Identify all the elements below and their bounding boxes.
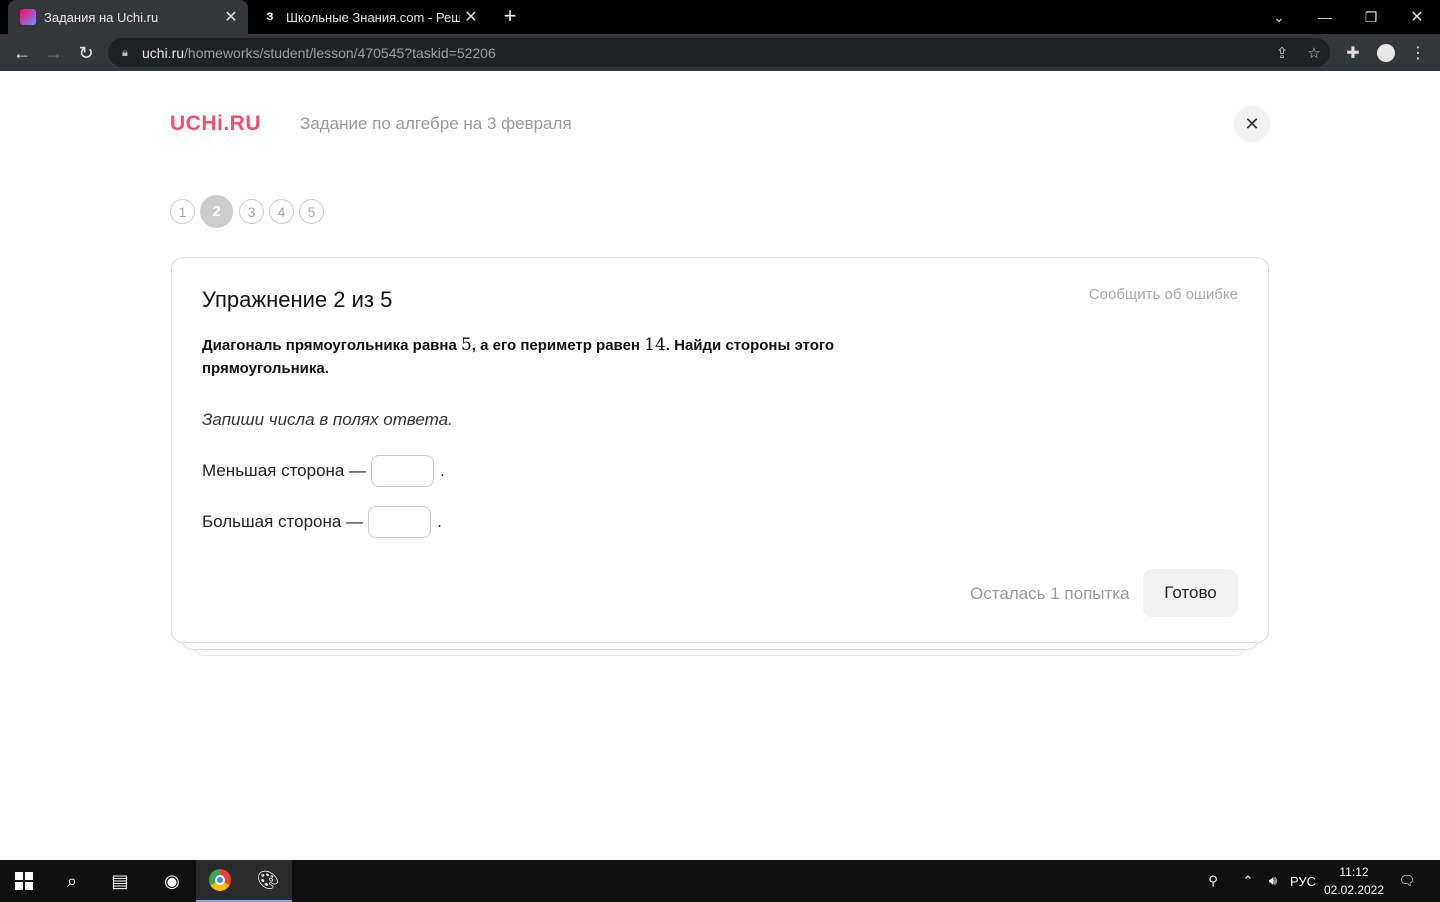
minimize-icon[interactable]: — bbox=[1302, 0, 1348, 34]
address-bar[interactable]: 🔒︎ uchi.ru/homeworks/student/lesson/4705… bbox=[108, 38, 1330, 67]
attempts-remaining: Осталась 1 попытка bbox=[970, 584, 1130, 603]
new-tab-plus-icon[interactable]: + bbox=[498, 5, 522, 29]
exercise-title: Упражнение 2 из 5 bbox=[202, 287, 393, 312]
app-icon[interactable]: ◉ bbox=[148, 860, 196, 902]
answer-label: Меньшая сторона — bbox=[202, 461, 367, 480]
restore-icon[interactable]: ❐ bbox=[1348, 0, 1394, 34]
report-error-link[interactable]: Сообщить об ошибке bbox=[1089, 286, 1238, 303]
step-1[interactable]: 1 bbox=[170, 199, 195, 224]
exercise-steps: 1 2 3 4 5 bbox=[170, 195, 329, 228]
step-5[interactable]: 5 bbox=[299, 199, 324, 224]
uchi-logo[interactable]: UCHi.RU bbox=[170, 112, 261, 136]
people-icon[interactable]: ⚲ bbox=[1200, 860, 1226, 902]
browser-toolbar: ← → ↻ 🔒︎ uchi.ru/homeworks/student/lesso… bbox=[0, 34, 1440, 71]
answer-row-larger: Большая сторона — . bbox=[202, 506, 442, 538]
search-icon[interactable]: ⌕ bbox=[48, 860, 96, 902]
extensions-puzzle-icon[interactable]: ✚ bbox=[1340, 40, 1366, 66]
close-task-button[interactable]: ✕ bbox=[1234, 106, 1270, 142]
tab-title: Школьные Знания.com - Решае bbox=[286, 9, 460, 25]
url-host: uchi.ru bbox=[142, 44, 185, 61]
windows-logo-icon bbox=[15, 872, 33, 890]
paint-taskbar-icon[interactable]: 🎨︎ bbox=[244, 860, 292, 902]
answer-row-smaller: Меньшая сторона — . bbox=[202, 455, 445, 487]
clock-time: 11:12 bbox=[1339, 865, 1369, 879]
share-icon[interactable]: ⇪ bbox=[1268, 38, 1296, 67]
answer-suffix: . bbox=[437, 512, 442, 531]
browser-tab-bar: Задания на Uchi.ru ✕ З Школьные Знания.c… bbox=[0, 0, 1440, 34]
profile-avatar-icon[interactable] bbox=[1373, 40, 1399, 66]
uchi-favicon-icon bbox=[20, 9, 36, 25]
tab-znanija[interactable]: З Школьные Знания.com - Решае ✕ bbox=[252, 0, 488, 34]
tab-search-chevron-icon[interactable]: ⌄ bbox=[1256, 0, 1302, 34]
larger-side-input[interactable] bbox=[368, 506, 432, 538]
window-close-icon[interactable]: ✕ bbox=[1394, 0, 1440, 34]
step-4[interactable]: 4 bbox=[269, 199, 294, 224]
back-arrow-icon[interactable]: ← bbox=[9, 40, 35, 66]
taskbar-clock[interactable]: 11:12 02.02.2022 bbox=[1318, 863, 1390, 899]
answer-label: Большая сторона — bbox=[202, 512, 364, 531]
znanija-favicon-icon: З bbox=[266, 11, 274, 23]
bookmark-star-icon[interactable]: ☆ bbox=[1300, 38, 1328, 67]
tab-close-icon[interactable]: ✕ bbox=[460, 7, 482, 27]
tab-uchi[interactable]: Задания на Uchi.ru ✕ bbox=[8, 0, 248, 34]
diagonal-value: 5 bbox=[460, 335, 472, 355]
step-2[interactable]: 2 bbox=[200, 195, 233, 228]
instruction-text: Запиши числа в полях ответа. bbox=[202, 410, 453, 429]
reload-icon[interactable]: ↻ bbox=[73, 40, 99, 66]
menu-kebab-icon[interactable]: ⋮ bbox=[1405, 40, 1431, 66]
task-view-icon[interactable]: ▤ bbox=[96, 860, 144, 902]
close-icon: ✕ bbox=[1244, 113, 1260, 134]
start-button[interactable] bbox=[0, 860, 48, 902]
done-button[interactable]: Готово bbox=[1143, 569, 1238, 617]
step-3[interactable]: 3 bbox=[239, 199, 264, 224]
windows-taskbar: ⌕ ▤ ◉ 🎨︎ ⚲ ⌃ 🔊︎ РУС 11:12 02.02.2022 🗨︎ bbox=[0, 860, 1440, 902]
clock-date: 02.02.2022 bbox=[1323, 883, 1385, 897]
page-title: Задание по алгебре на 3 февраля bbox=[300, 114, 572, 133]
notifications-icon[interactable]: 🗨︎ bbox=[1394, 860, 1420, 902]
question-text: Диагональ прямоугольника равна 5, а его … bbox=[202, 335, 835, 377]
lock-icon: 🔒︎ bbox=[122, 46, 128, 59]
smaller-side-input[interactable] bbox=[371, 455, 435, 487]
exercise-card: Упражнение 2 из 5 Сообщить об ошибке Диа… bbox=[171, 257, 1269, 643]
tab-title: Задания на Uchi.ru bbox=[44, 9, 159, 25]
perimeter-value: 14 bbox=[644, 335, 666, 355]
chrome-taskbar-icon[interactable] bbox=[196, 860, 244, 902]
tab-close-icon[interactable]: ✕ bbox=[220, 7, 242, 27]
forward-arrow-icon[interactable]: → bbox=[41, 40, 67, 66]
url-path: /homeworks/student/lesson/470545?taskid=… bbox=[184, 44, 496, 61]
answer-suffix: . bbox=[440, 461, 445, 480]
tray-chevron-up-icon[interactable]: ⌃ bbox=[1236, 860, 1260, 902]
volume-icon[interactable]: 🔊︎ bbox=[1262, 860, 1284, 902]
language-indicator[interactable]: РУС bbox=[1288, 860, 1318, 902]
